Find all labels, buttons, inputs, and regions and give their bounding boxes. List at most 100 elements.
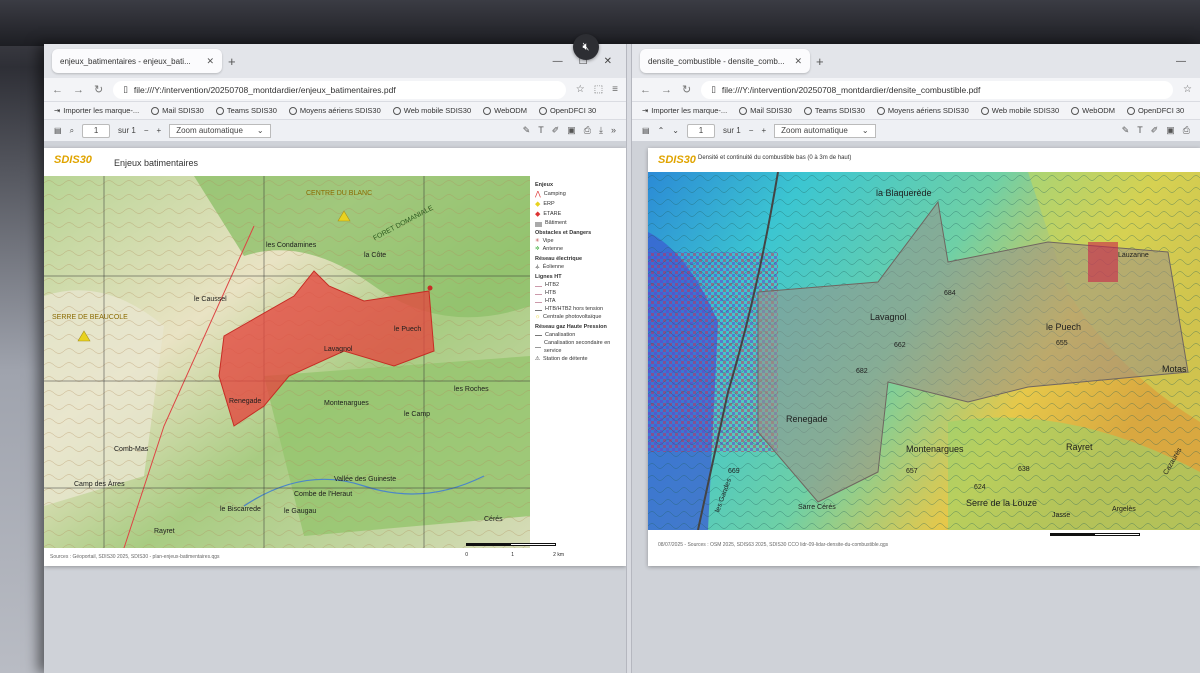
minimize-icon[interactable]: — <box>1176 56 1186 67</box>
chevron-down-icon[interactable]: ⌄ <box>672 126 679 135</box>
bookmark-item[interactable]: OpenDFCI 30 <box>1126 106 1184 115</box>
legend-item: HTB <box>535 290 617 298</box>
more-tools-icon[interactable]: » <box>611 125 616 136</box>
map-label: Cérés <box>484 516 503 523</box>
bookmark-item[interactable]: Moyens aériens SDIS30 <box>288 106 381 115</box>
zoom-out-icon[interactable]: − <box>144 126 149 135</box>
bookmark-item[interactable]: WebODM <box>483 106 527 115</box>
elevation-label: 684 <box>944 290 956 297</box>
chevron-down-icon: ⌄ <box>861 126 869 135</box>
highlight-icon[interactable]: ✎ <box>523 125 531 136</box>
text-icon[interactable]: T <box>1137 125 1143 136</box>
station-icon: ⚠ <box>535 355 540 362</box>
map-label: Montenargues <box>324 400 369 407</box>
text-icon[interactable]: T <box>538 125 544 136</box>
reload-icon[interactable]: ↻ <box>682 83 691 96</box>
legend-section: Réseau gaz Haute Pression <box>535 324 607 331</box>
bookmark-item[interactable]: Teams SDIS30 <box>803 106 865 115</box>
erp-icon: ◆ <box>535 201 541 209</box>
map-label: Rayret <box>154 528 175 535</box>
address-bar[interactable]: ▯ file:///Y:/intervention/20250708_montd… <box>701 80 1174 99</box>
reload-icon[interactable]: ↻ <box>94 83 103 96</box>
topographic-map[interactable]: FORET DOMANIALE le Caussel les Condamine… <box>44 176 530 548</box>
fuel-density-map[interactable]: la Blaquerède Lavagnol le Puech Renegade… <box>648 172 1200 530</box>
map-label: le Camp <box>404 411 431 418</box>
bookmark-item[interactable]: OpenDFCI 30 <box>538 106 596 115</box>
search-icon[interactable]: ⌕ <box>70 126 74 136</box>
pdf-page: SDIS30 Enjeux batimentaires FORET DOMANI… <box>44 148 626 566</box>
globe-icon <box>392 106 401 115</box>
bookmark-item[interactable]: Moyens aériens SDIS30 <box>876 106 969 115</box>
tab-enjeux-batimentaires[interactable]: enjeux_batimentaires - enjeux_bati... ✕ <box>52 49 222 73</box>
globe-icon <box>1126 106 1135 115</box>
legend-item: HTA <box>535 298 617 306</box>
pdf-toolbar: ▤ ⌕ 1 sur 1 − + Zoom automatique ⌄ ✎ T ✐ … <box>44 120 626 142</box>
nav-bar: ← → ↻ ▯ file:///Y:/intervention/20250708… <box>44 78 626 102</box>
zoom-select[interactable]: Zoom automatique ⌄ <box>169 123 271 138</box>
map-label: Motas <box>1162 364 1187 374</box>
forward-icon[interactable]: → <box>73 84 84 96</box>
mute-icon[interactable]: 🔇︎ <box>573 34 599 60</box>
toolbar-icons: ☆ ⬚ ≡ <box>576 84 618 95</box>
etare-icon: ◆ <box>535 211 541 219</box>
bookmarks-bar: ⇥ Importer les marque-... Mail SDIS30 Tea… <box>44 102 626 120</box>
save-icon[interactable]: ⤓ <box>599 125 603 136</box>
bookmark-item[interactable]: ⇥ Importer les marque-... <box>642 106 727 115</box>
forward-icon[interactable]: → <box>661 84 672 96</box>
extensions-icon[interactable]: ⬚ <box>594 84 603 95</box>
elevation-label: 655 <box>1056 340 1068 347</box>
zoom-in-icon[interactable]: + <box>761 126 766 135</box>
legend-item: ⚶ Éolienne <box>535 264 565 271</box>
map-label: Comb-Mas <box>114 446 149 453</box>
bookmark-item[interactable]: Web mobile SDIS30 <box>392 106 471 115</box>
back-icon[interactable]: ← <box>640 84 651 96</box>
line-icon <box>535 293 542 295</box>
print-icon[interactable]: ⎙ <box>1183 125 1190 136</box>
map-label: les Condamines <box>266 242 317 249</box>
draw-icon[interactable]: ✐ <box>1151 125 1159 136</box>
address-bar[interactable]: ▯ file:///Y:/intervention/20250708_montd… <box>113 80 566 99</box>
bookmark-item[interactable]: Web mobile SDIS30 <box>980 106 1059 115</box>
pdf-viewer[interactable]: SDIS30 Densité et continuité du combusti… <box>632 142 1200 673</box>
bookmark-item[interactable]: Teams SDIS30 <box>215 106 277 115</box>
close-tab-icon[interactable]: ✕ <box>206 56 214 67</box>
close-window-icon[interactable]: ✕ <box>604 56 612 67</box>
image-icon[interactable]: ▣ <box>1166 125 1175 136</box>
legend-item: ⋀ Camping <box>535 190 617 200</box>
bookmark-item[interactable]: WebODM <box>1071 106 1115 115</box>
star-icon[interactable]: ☆ <box>1183 84 1192 95</box>
page-number-input[interactable]: 1 <box>82 123 111 138</box>
new-tab-icon[interactable]: + <box>228 54 236 69</box>
pdf-viewer[interactable]: SDIS30 Enjeux batimentaires FORET DOMANI… <box>44 142 626 673</box>
draw-icon[interactable]: ✐ <box>552 125 560 136</box>
bookmark-item[interactable]: Mail SDIS30 <box>151 106 204 115</box>
elevation-label: 657 <box>906 468 918 475</box>
minimize-icon[interactable]: — <box>553 56 563 67</box>
page-number-input[interactable]: 1 <box>686 123 715 138</box>
image-icon[interactable]: ▣ <box>567 125 576 136</box>
zoom-out-icon[interactable]: − <box>749 126 754 135</box>
star-icon[interactable]: ☆ <box>576 84 585 95</box>
new-tab-icon[interactable]: + <box>816 54 824 69</box>
bookmark-item[interactable]: ⇥ Importer les marque-... <box>54 106 139 115</box>
print-icon[interactable]: ⎙ <box>584 125 591 136</box>
screen: enjeux_batimentaires - enjeux_bati... ✕ … <box>44 44 1200 673</box>
sidebar-toggle-icon[interactable]: ▤ <box>54 126 62 135</box>
back-icon[interactable]: ← <box>52 84 63 96</box>
zoom-in-icon[interactable]: + <box>157 126 162 135</box>
legend-item: Canalisation secondaire en service <box>535 340 617 356</box>
sidebar-toggle-icon[interactable]: ▤ <box>642 126 650 135</box>
legend-item: ⚠ Station de détente <box>535 355 588 362</box>
tab-densite-combustible[interactable]: densite_combustible - densite_comb... ✕ <box>640 49 810 73</box>
pdf-toolbar: ▤ ⌃ ⌄ 1 sur 1 − + Zoom automatique ⌄ ✎ T … <box>632 120 1200 142</box>
bookmarks-bar: ⇥ Importer les marque-... Mail SDIS30 Tea… <box>632 102 1200 120</box>
close-tab-icon[interactable]: ✕ <box>794 56 802 67</box>
map-label: Lauzanne <box>1118 252 1149 259</box>
sdis-logo: SDIS30 <box>54 154 92 166</box>
menu-icon[interactable]: ≡ <box>612 84 618 95</box>
highlight-icon[interactable]: ✎ <box>1122 125 1130 136</box>
bookmark-item[interactable]: Mail SDIS30 <box>739 106 792 115</box>
map-label: Renegade <box>786 414 828 424</box>
zoom-select[interactable]: Zoom automatique ⌄ <box>774 123 876 138</box>
chevron-up-icon[interactable]: ⌃ <box>658 126 665 135</box>
